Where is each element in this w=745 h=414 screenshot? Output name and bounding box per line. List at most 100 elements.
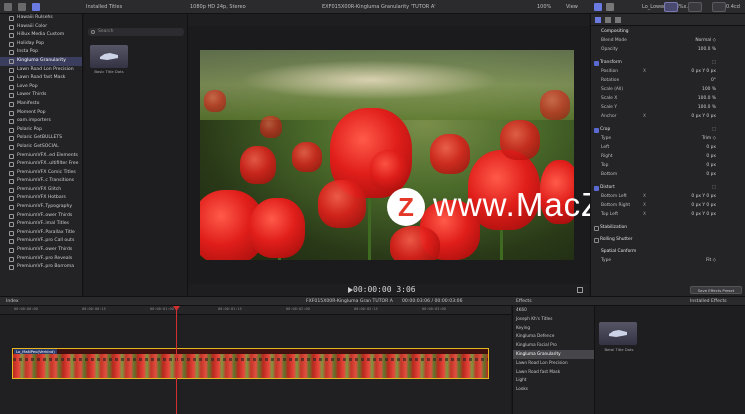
effects-category-item[interactable]: Light [513, 376, 594, 385]
section-checkbox[interactable] [594, 226, 599, 231]
sidebar-item[interactable]: Kingluma Granularity [0, 56, 82, 66]
installed-effects-menu[interactable]: Installed Effects [690, 299, 727, 304]
inspector-row-value[interactable]: 0 px Y 0 px [691, 193, 716, 202]
effect-thumbnail[interactable] [599, 322, 637, 345]
sidebar-item[interactable]: PremiumVF..pro Reveals [0, 255, 82, 264]
inspector-row-value[interactable]: ⬚ [712, 184, 716, 193]
inspector-row[interactable]: Right 0 px [591, 153, 745, 162]
inspector-row-value[interactable]: Trim ◇ [702, 135, 716, 144]
inspector-row[interactable]: Left 0 px [591, 144, 745, 153]
effects-category-item[interactable]: Joseph Kh's Titles [513, 315, 594, 324]
sidebar-item[interactable]: PremiumVFX Glitch [0, 186, 82, 195]
effects-category-item[interactable]: Kingluma Defence [513, 332, 594, 341]
inspector-row[interactable]: Top 0 px [591, 162, 745, 171]
timeline-ruler[interactable]: 00:00:00:00 00:00:00:15 00:00:01:00 00:00:0… [0, 306, 511, 315]
view-menu[interactable]: View [566, 4, 578, 10]
sidebar-item[interactable]: PremiumVFX..ed Elements [0, 152, 82, 161]
effects-category-item[interactable]: 4K60 [513, 306, 594, 315]
inspector-row-value[interactable]: ⬚ [712, 59, 716, 68]
sidebar-item[interactable]: Hawaiii Rulsehs [0, 14, 82, 23]
inspector-row-value[interactable]: 0° [711, 77, 716, 86]
playhead[interactable] [176, 306, 177, 414]
timecode-display[interactable]: 00:00:00 3:06 [353, 285, 416, 294]
library-title[interactable]: Installed Titles [86, 4, 122, 10]
photos-icon[interactable] [18, 3, 26, 11]
inspector-row-value[interactable]: 0 px Y 0 px [691, 68, 716, 77]
inspector-row-value[interactable]: 0 px [706, 144, 716, 153]
view-browser-button[interactable] [664, 2, 678, 12]
inspector-row[interactable]: Bottom Left X 0 px Y 0 px [591, 193, 745, 202]
inspector-row[interactable]: Bottom Right X 0 px Y 0 px [591, 202, 745, 211]
inspector-row[interactable]: Bottom 0 px [591, 171, 745, 180]
sidebar-item[interactable]: Insta Pop [0, 48, 82, 57]
sidebar-item[interactable]: PremiumVF..pro Call outs [0, 237, 82, 246]
sidebar-item[interactable]: PremiumVF..imal Titles [0, 220, 82, 229]
inspector-row-value[interactable]: 100.0 % [698, 104, 716, 113]
sidebar-item[interactable]: PremiumVFX Hotbars [0, 194, 82, 203]
inspector-icon[interactable] [594, 3, 602, 11]
color-tab-icon[interactable] [605, 17, 611, 23]
index-button[interactable]: Index [6, 299, 19, 304]
sidebar-item[interactable]: Love Pop [0, 83, 82, 92]
sidebar-item[interactable]: PremiumVF..c Transitions [0, 177, 82, 186]
inspector-row[interactable]: Type Trim ◇ [591, 135, 745, 144]
inspector-row[interactable]: Opacity 100.0 % [591, 46, 745, 55]
inspector-row-value[interactable]: 100.0 % [698, 46, 716, 55]
sidebar-item[interactable]: Moment Pop [0, 109, 82, 118]
inspector-row-value[interactable]: 0 px [706, 171, 716, 180]
video-tab-icon[interactable] [595, 17, 601, 23]
effects-category-item[interactable]: Kingluma Facial Pro [513, 341, 594, 350]
video-preview[interactable] [200, 50, 574, 260]
audio-icon[interactable] [606, 3, 614, 11]
search-input[interactable]: Search [88, 28, 184, 36]
sidebar-item[interactable]: Polaric Pop [0, 126, 82, 135]
section-checkbox[interactable] [594, 128, 599, 133]
sidebar-item[interactable]: PremiumVF..Typography [0, 203, 82, 212]
sidebar-item[interactable]: Holiday Pop [0, 40, 82, 49]
sidebar-item[interactable]: oam.importers [0, 117, 82, 126]
sidebar-item[interactable]: Polaric GetSOCIAL [0, 143, 82, 152]
effects-category-item[interactable]: Lawn Road Lon Precision [513, 359, 594, 368]
inspector-row-value[interactable]: 100 % [702, 86, 716, 95]
effects-category-item[interactable]: Looks [513, 385, 594, 394]
inspector-row-value[interactable]: 0 px Y 0 px [691, 113, 716, 122]
sidebar-item[interactable]: Hawaiii Color [0, 23, 82, 32]
sidebar-item[interactable]: PremiumVF..Parallax Title [0, 229, 82, 238]
inspector-row-value[interactable]: ⬚ [712, 126, 716, 135]
section-checkbox[interactable] [594, 61, 599, 66]
effects-category-item[interactable]: Lawn Road fast Mask [513, 368, 594, 377]
view-timeline-button[interactable] [688, 2, 702, 12]
inspector-row-value[interactable]: 0 px [706, 153, 716, 162]
inspector-row-value[interactable]: 0 px Y 0 px [691, 211, 716, 220]
sidebar-item[interactable]: PremiumVFX Comic Titles [0, 169, 82, 178]
inspector-row-value[interactable]: Fit ◇ [706, 257, 716, 266]
timeline-clip[interactable]: Lo_MaNPeo(Verkind) [12, 348, 489, 379]
titles-icon[interactable] [32, 3, 40, 11]
info-tab-icon[interactable] [615, 17, 621, 23]
library-icon[interactable] [4, 3, 12, 11]
inspector-row[interactable]: Blend Mode Normal ◇ [591, 37, 745, 46]
sidebar-item[interactable]: PremiumVF..ower Thirds [0, 212, 82, 221]
fullscreen-icon[interactable] [577, 287, 583, 293]
inspector-row[interactable]: Rotation 0° [591, 77, 745, 86]
sidebar-item[interactable]: Polaric GetBULLETS [0, 134, 82, 143]
sidebar-item[interactable]: PremiumVFX..ultifilter Free [0, 160, 82, 169]
inspector-row[interactable]: Scale Y 100.0 % [591, 104, 745, 113]
zoom-level[interactable]: 100% [537, 4, 551, 10]
inspector-row[interactable]: Position X 0 px Y 0 px [591, 68, 745, 77]
sidebar-item[interactable]: Lawn Road fast Mask [0, 74, 82, 83]
sidebar-item[interactable]: Hillux Media Custom [0, 31, 82, 40]
title-thumbnail[interactable] [90, 45, 128, 68]
inspector-row-value[interactable]: 0 px [706, 162, 716, 171]
sidebar-item[interactable]: Lower Thirds [0, 91, 82, 100]
save-effects-preset-button[interactable]: Save Effects Preset [690, 286, 742, 294]
inspector-row-value[interactable]: 0 px Y 0 px [691, 202, 716, 211]
inspector-row[interactable]: Anchor X 0 px Y 0 px [591, 113, 745, 122]
effects-category-item[interactable]: Kingluma Granularity [513, 349, 594, 359]
sidebar-item[interactable]: PremiumVF..ower Thirds [0, 246, 82, 255]
inspector-row[interactable]: Scale (All) 100 % [591, 86, 745, 95]
sidebar-item[interactable]: Lawn Road Lon Precision [0, 66, 82, 75]
inspector-row-value[interactable]: Normal ◇ [695, 37, 716, 46]
effects-category-item[interactable]: Keying [513, 324, 594, 333]
sidebar-item[interactable]: Manifesto [0, 100, 82, 109]
